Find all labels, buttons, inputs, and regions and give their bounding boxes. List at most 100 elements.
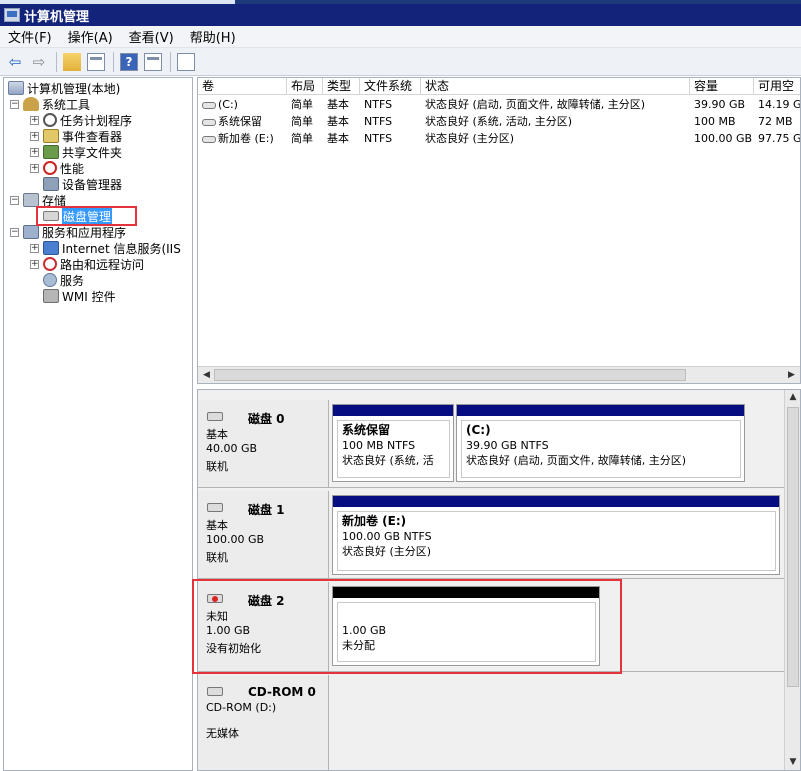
tools-icon bbox=[23, 97, 39, 111]
cell-free: 97.75 G bbox=[758, 132, 801, 145]
column-header-filesystem[interactable]: 文件系统 bbox=[360, 78, 421, 95]
tree-item-performance[interactable]: + 性能 bbox=[30, 160, 84, 176]
performance-icon bbox=[43, 161, 57, 175]
expand-toggle[interactable]: + bbox=[30, 243, 39, 253]
disk-label-1[interactable]: 磁盘 1 基本 100.00 GB 联机 bbox=[198, 491, 329, 579]
tree-item-task-scheduler[interactable]: + 任务计划程序 bbox=[30, 112, 132, 128]
cell-volume: (C:) bbox=[218, 98, 238, 111]
properties-icon[interactable] bbox=[142, 51, 164, 73]
disk-state: 联机 bbox=[206, 460, 228, 473]
expand-toggle[interactable]: + bbox=[30, 131, 39, 141]
partition-cap bbox=[333, 496, 779, 507]
cell-type: 基本 bbox=[327, 115, 349, 128]
partition-size-fs: 39.90 GB NTFS bbox=[466, 439, 549, 452]
console-tree: 计算机管理(本地) − 系统工具 + 任务计划程序 + 事件查看器 + 共享文件… bbox=[3, 77, 193, 771]
cell-free: 14.19 G bbox=[758, 98, 801, 111]
tree-item-event-viewer[interactable]: + 事件查看器 bbox=[30, 128, 122, 144]
partition-e[interactable]: 新加卷 (E:) 100.00 GB NTFS 状态良好 (主分区) bbox=[332, 495, 780, 575]
collapse-toggle[interactable]: − bbox=[10, 99, 19, 109]
partition-cap bbox=[333, 405, 453, 416]
tree-item-routing[interactable]: + 路由和远程访问 bbox=[30, 256, 144, 272]
cell-filesystem: NTFS bbox=[364, 115, 393, 128]
collapse-toggle[interactable]: − bbox=[10, 227, 19, 237]
tree-item-root[interactable]: 计算机管理(本地) bbox=[8, 80, 120, 96]
event-viewer-icon bbox=[43, 129, 59, 143]
gear-icon bbox=[43, 273, 57, 287]
column-header-status[interactable]: 状态 bbox=[421, 78, 690, 95]
tree-item-device-manager[interactable]: 设备管理器 bbox=[43, 176, 122, 192]
wmi-icon bbox=[43, 289, 59, 303]
menu-view[interactable]: 查看(V) bbox=[121, 27, 182, 46]
column-header-type[interactable]: 类型 bbox=[323, 78, 360, 95]
iis-icon bbox=[43, 241, 59, 255]
storage-icon bbox=[23, 193, 39, 207]
toolbar-separator bbox=[170, 51, 171, 72]
disk-state: 无媒体 bbox=[206, 727, 239, 740]
partition-cap bbox=[457, 405, 744, 416]
export-icon[interactable] bbox=[175, 51, 197, 73]
scroll-down-icon[interactable]: ▼ bbox=[787, 757, 799, 770]
expand-toggle[interactable]: + bbox=[30, 259, 39, 269]
table-row[interactable]: 新加卷 (E:) 简单 基本 NTFS 状态良好 (主分区) 100.00 GB… bbox=[198, 130, 801, 147]
tree-item-shared-folders[interactable]: + 共享文件夹 bbox=[30, 144, 122, 160]
disk-label-cdrom[interactable]: CD-ROM 0 CD-ROM (D:) 无媒体 bbox=[198, 675, 329, 770]
partition-status: 状态良好 (系统, 活 bbox=[342, 454, 434, 467]
scroll-right-icon[interactable]: ▶ bbox=[785, 369, 798, 381]
tree-item-services-apps[interactable]: − 服务和应用程序 bbox=[10, 224, 126, 240]
expand-toggle[interactable]: + bbox=[30, 115, 39, 125]
cell-capacity: 100.00 GB bbox=[694, 132, 753, 145]
up-folder-icon[interactable] bbox=[61, 51, 83, 73]
back-arrow-icon[interactable]: ⇦ bbox=[4, 51, 26, 73]
scroll-thumb[interactable] bbox=[214, 369, 686, 381]
partition-c[interactable]: (C:) 39.90 GB NTFS 状态良好 (启动, 页面文件, 故障转储,… bbox=[456, 404, 745, 482]
forward-arrow-icon[interactable]: ⇨ bbox=[28, 51, 50, 73]
collapse-toggle[interactable]: − bbox=[10, 195, 19, 205]
vertical-scrollbar[interactable]: ▲ ▼ bbox=[784, 390, 800, 770]
cell-filesystem: NTFS bbox=[364, 132, 393, 145]
cell-type: 基本 bbox=[327, 132, 349, 145]
partition-title: 系统保留 bbox=[342, 423, 391, 437]
tree-item-services[interactable]: 服务 bbox=[43, 272, 84, 288]
volume-icon bbox=[202, 101, 216, 109]
tree-item-wmi[interactable]: WMI 控件 bbox=[43, 288, 116, 304]
disk-name: 磁盘 1 bbox=[248, 503, 285, 517]
cell-filesystem: NTFS bbox=[364, 98, 393, 111]
show-hide-tree-icon[interactable] bbox=[85, 51, 107, 73]
table-row[interactable]: (C:) 简单 基本 NTFS 状态良好 (启动, 页面文件, 故障转储, 主分… bbox=[198, 96, 801, 113]
horizontal-scrollbar[interactable]: ◀ ▶ bbox=[198, 366, 800, 383]
table-row[interactable]: 系统保留 简单 基本 NTFS 状态良好 (系统, 活动, 主分区) 100 M… bbox=[198, 113, 800, 130]
tree-item-iis[interactable]: + Internet 信息服务(IIS bbox=[30, 240, 181, 256]
menu-file[interactable]: 文件(F) bbox=[0, 27, 60, 46]
cell-capacity: 39.90 GB bbox=[694, 98, 746, 111]
disk-label-0[interactable]: 磁盘 0 基本 40.00 GB 联机 bbox=[198, 400, 329, 488]
computer-icon bbox=[8, 81, 24, 95]
expand-toggle[interactable]: + bbox=[30, 147, 39, 157]
highlight-box-disk-2 bbox=[192, 579, 622, 674]
cell-status: 状态良好 (主分区) bbox=[425, 132, 515, 145]
scroll-left-icon[interactable]: ◀ bbox=[200, 369, 213, 381]
partition-status: 状态良好 (启动, 页面文件, 故障转储, 主分区) bbox=[466, 454, 687, 467]
toolbar-separator bbox=[56, 51, 57, 72]
disk-kind: CD-ROM (D:) bbox=[206, 701, 277, 714]
menu-action[interactable]: 操作(A) bbox=[60, 27, 121, 46]
cell-volume: 系统保留 bbox=[218, 115, 262, 128]
column-header-volume[interactable]: 卷 bbox=[198, 78, 287, 95]
disk-size: 40.00 GB bbox=[206, 442, 258, 455]
scroll-up-icon[interactable]: ▲ bbox=[787, 392, 799, 405]
scroll-thumb[interactable] bbox=[787, 407, 799, 687]
disk-state: 联机 bbox=[206, 551, 228, 564]
help-icon[interactable]: ? bbox=[118, 51, 140, 73]
partition-system-reserved[interactable]: 系统保留 100 MB NTFS 状态良好 (系统, 活 bbox=[332, 404, 454, 482]
disk-name: 磁盘 0 bbox=[248, 412, 285, 426]
partition-size-fs: 100 MB NTFS bbox=[342, 439, 416, 452]
column-header-layout[interactable]: 布局 bbox=[287, 78, 323, 95]
partition-title: 新加卷 (E:) bbox=[342, 514, 407, 528]
menu-help[interactable]: 帮助(H) bbox=[182, 27, 244, 46]
column-header-free[interactable]: 可用空 bbox=[754, 78, 800, 95]
device-manager-icon bbox=[43, 177, 59, 191]
volume-icon bbox=[202, 118, 216, 126]
column-header-capacity[interactable]: 容量 bbox=[690, 78, 754, 95]
partition-status: 状态良好 (主分区) bbox=[342, 545, 432, 558]
tree-item-system-tools[interactable]: − 系统工具 bbox=[10, 96, 90, 112]
expand-toggle[interactable]: + bbox=[30, 163, 39, 173]
